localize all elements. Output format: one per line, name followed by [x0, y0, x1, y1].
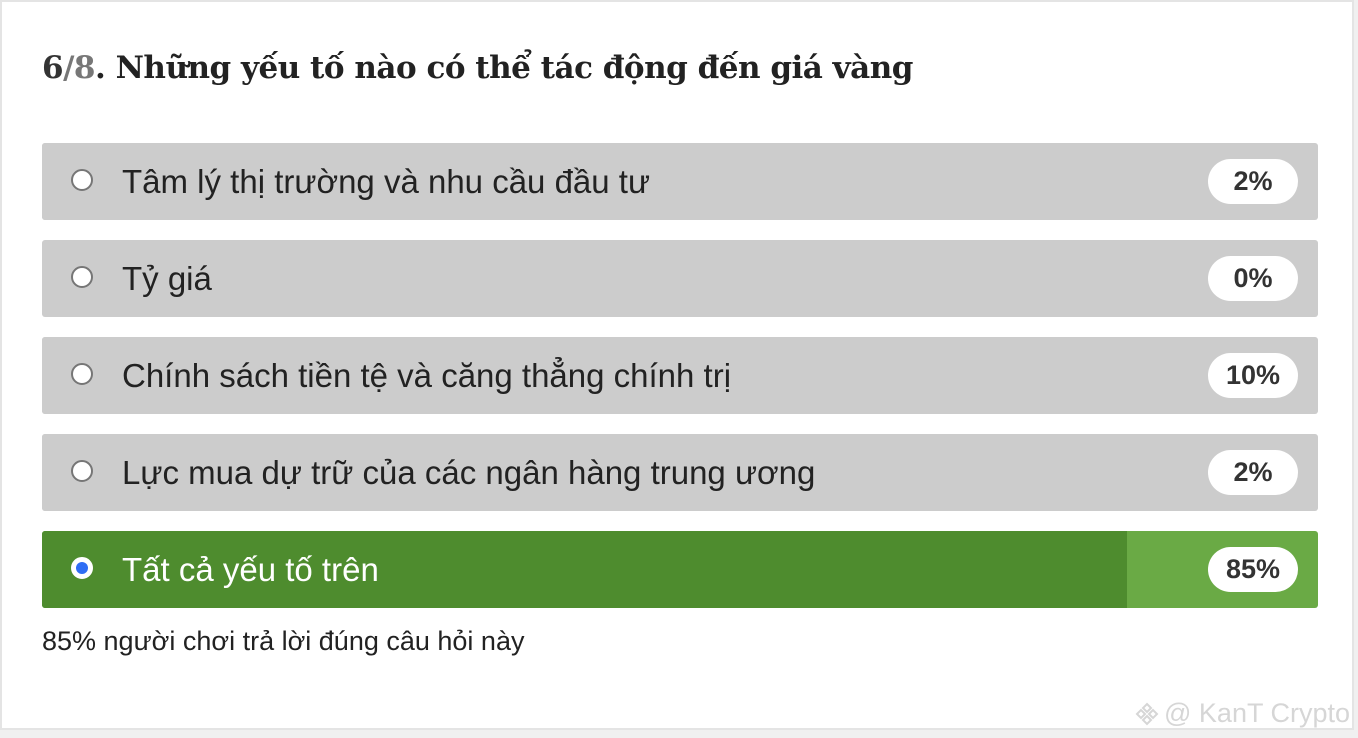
radio-button[interactable]	[71, 266, 93, 288]
answer-result-bar	[42, 143, 68, 220]
radio-button[interactable]	[71, 460, 93, 482]
quiz-card: 6/8. Những yếu tố nào có thể tác động đế…	[0, 0, 1354, 730]
answer-label: Lực mua dự trữ của các ngân hàng trung ư…	[122, 454, 816, 491]
radio-button[interactable]	[71, 557, 93, 579]
answer-label: Tâm lý thị trường và nhu cầu đầu tư	[122, 163, 651, 200]
answer-option-1[interactable]: Tâm lý thị trường và nhu cầu đầu tư 2%	[42, 143, 1318, 220]
correct-rate-text: 85% người chơi trả lời đúng câu hỏi này	[42, 626, 525, 656]
answer-label: Tất cả yếu tố trên	[122, 551, 379, 588]
question-title: 6/8. Những yếu tố nào có thể tác động đế…	[42, 50, 913, 86]
answer-percent-badge: 2%	[1208, 450, 1298, 495]
question-text: . Những yếu tố nào có thể tác động đến g…	[94, 50, 913, 86]
answer-option-5[interactable]: Tất cả yếu tố trên 85%	[42, 531, 1318, 608]
answer-option-2[interactable]: Tỷ giá 0%	[42, 240, 1318, 317]
answer-options: Tâm lý thị trường và nhu cầu đầu tư 2% T…	[42, 143, 1318, 628]
watermark-text: @ KanT Crypto	[1164, 698, 1350, 728]
answer-label: Chính sách tiền tệ và căng thẳng chính t…	[122, 357, 732, 394]
answer-percent-badge: 10%	[1208, 353, 1298, 398]
answer-result-bar	[42, 434, 68, 511]
radio-button[interactable]	[71, 363, 93, 385]
answer-percent-badge: 0%	[1208, 256, 1298, 301]
radio-button[interactable]	[71, 169, 93, 191]
watermark: @ KanT Crypto	[1134, 698, 1350, 729]
question-number: 6	[42, 50, 64, 86]
answer-option-3[interactable]: Chính sách tiền tệ và căng thẳng chính t…	[42, 337, 1318, 414]
answer-percent-badge: 2%	[1208, 159, 1298, 204]
binance-logo-icon	[1134, 701, 1160, 727]
answer-option-4[interactable]: Lực mua dự trữ của các ngân hàng trung ư…	[42, 434, 1318, 511]
answer-label: Tỷ giá	[122, 260, 212, 297]
radio-selected-dot	[76, 562, 88, 574]
question-separator: /	[63, 50, 74, 86]
answer-percent-badge: 85%	[1208, 547, 1298, 592]
question-total: 8	[73, 50, 96, 86]
